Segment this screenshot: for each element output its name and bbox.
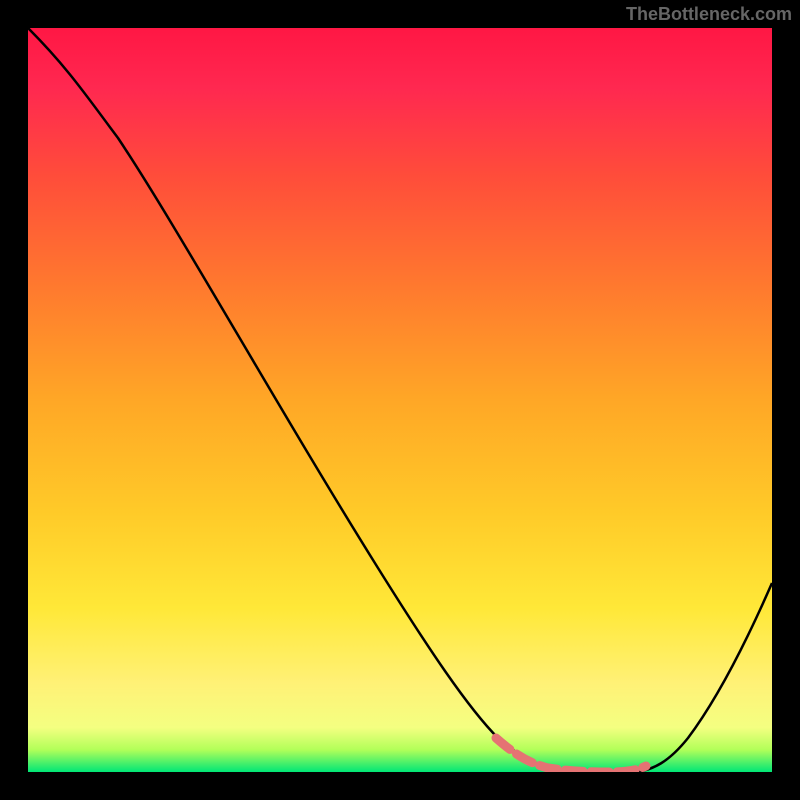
chart-container [28,28,772,772]
watermark-text: TheBottleneck.com [626,4,792,25]
chart-curves [28,28,772,772]
highlight-dashes [496,738,646,772]
main-curve [28,28,772,772]
